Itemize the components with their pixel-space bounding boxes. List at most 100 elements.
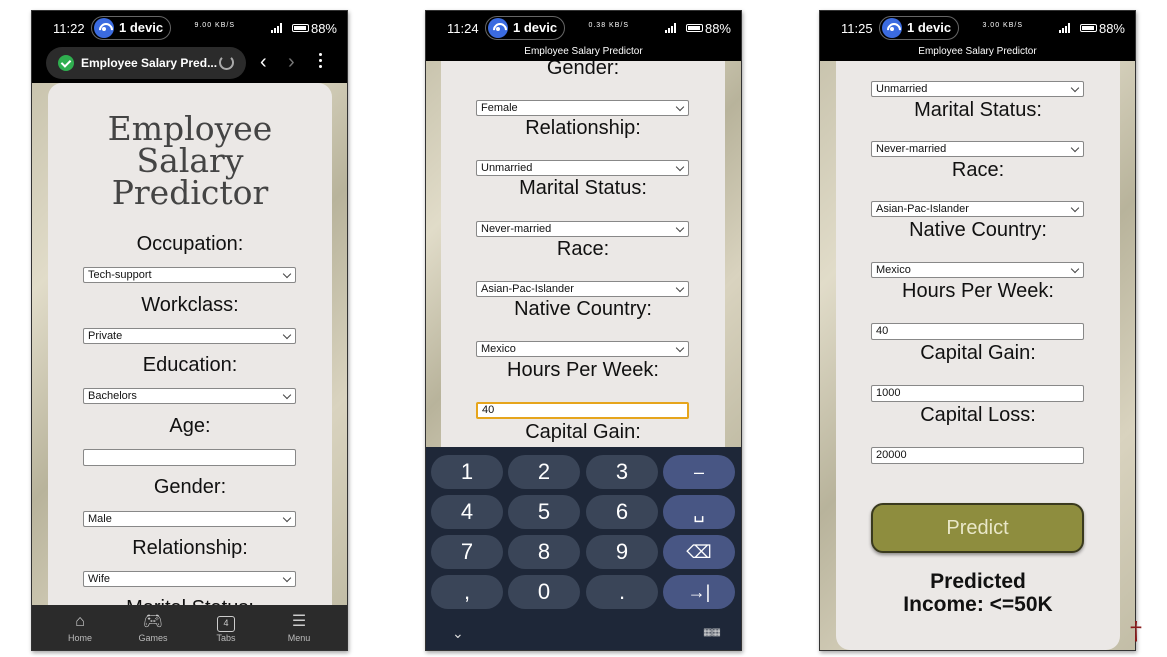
page-title-bar: Employee Salary Predictor: [820, 45, 1135, 61]
reload-icon[interactable]: [219, 55, 234, 70]
nav-games[interactable]: 🎮︎ Games: [123, 611, 183, 643]
native-country-select[interactable]: Mexico: [476, 341, 689, 357]
marital-status-select[interactable]: Never-married: [871, 141, 1084, 157]
form-card: Unmarried Marital Status: Never-married …: [836, 61, 1120, 650]
result-line-1: Predicted: [930, 570, 1026, 593]
key-comma[interactable]: ,: [431, 575, 503, 609]
page-viewport[interactable]: Gender: Female Relationship: Unmarried M…: [426, 61, 741, 447]
capital-gain-input[interactable]: 1000: [871, 385, 1084, 402]
capital-gain-label: Capital Gain:: [525, 421, 641, 443]
age-input[interactable]: [83, 449, 296, 466]
hours-per-week-label: Hours Per Week:: [507, 359, 659, 381]
education-select[interactable]: Bachelors: [83, 388, 296, 404]
key-8[interactable]: 8: [508, 535, 580, 569]
result-line-2: Income: <=50K: [903, 593, 1053, 616]
hotspot-pill[interactable]: 1 devic: [91, 16, 171, 40]
next-field-icon[interactable]: →|: [663, 575, 735, 609]
space-key-icon[interactable]: ␣: [663, 495, 735, 529]
key-7[interactable]: 7: [431, 535, 503, 569]
occupation-select[interactable]: Tech-support: [83, 267, 296, 283]
gender-label: Gender:: [153, 476, 227, 498]
key-6[interactable]: 6: [586, 495, 658, 529]
more-options-icon[interactable]: [319, 53, 323, 71]
form-card: Gender: Female Relationship: Unmarried M…: [441, 61, 725, 447]
device-count: 1 devic: [513, 20, 558, 35]
shield-check-icon: [58, 55, 74, 71]
hours-per-week-input[interactable]: 40: [871, 323, 1084, 340]
backspace-icon[interactable]: ⌫: [663, 535, 735, 569]
native-country-select[interactable]: Mexico: [871, 262, 1084, 278]
address-bar[interactable]: Employee Salary Pred...: [46, 47, 246, 79]
relationship-select[interactable]: Wife: [83, 571, 296, 587]
marital-status-select[interactable]: Never-married: [476, 221, 689, 237]
battery-percent: 88%: [310, 21, 337, 36]
key-minus[interactable]: –: [663, 455, 735, 489]
page-viewport[interactable]: Employee Salary Predictor Occupation: Te…: [32, 83, 347, 605]
key-1[interactable]: 1: [431, 455, 503, 489]
relationship-select[interactable]: Unmarried: [871, 81, 1084, 97]
key-4[interactable]: 4: [431, 495, 503, 529]
nav-menu-label: Menu: [287, 633, 311, 643]
status-bar: 11:25 1 devic 3.00 KB/S 88%: [820, 11, 1135, 45]
device-count: 1 devic: [119, 20, 164, 35]
capital-loss-input[interactable]: 20000: [871, 447, 1084, 464]
battery-icon: [686, 24, 703, 32]
hotspot-icon: [488, 18, 508, 38]
hide-keyboard-icon[interactable]: ⌄: [452, 625, 464, 642]
relationship-label: Relationship:: [132, 537, 248, 559]
status-time: 11:25: [841, 21, 873, 36]
capital-loss-label: Capital Loss:: [920, 404, 1036, 426]
education-label: Education:: [142, 354, 238, 376]
hotspot-icon: [94, 18, 114, 38]
key-5[interactable]: 5: [508, 495, 580, 529]
nav-tabs[interactable]: 4 Tabs: [196, 611, 256, 643]
battery-icon: [1080, 24, 1097, 32]
hotspot-pill[interactable]: 1 devic: [485, 16, 565, 40]
signal-icon: [271, 23, 285, 33]
hours-per-week-label: Hours Per Week:: [902, 280, 1054, 302]
race-select[interactable]: Asian-Pac-Islander: [871, 201, 1084, 217]
battery-percent: 88%: [704, 21, 731, 36]
back-icon[interactable]: ‹: [260, 52, 267, 72]
key-3[interactable]: 3: [586, 455, 658, 489]
page-title-bar: Employee Salary Predictor: [426, 45, 741, 61]
occupation-label: Occupation:: [136, 233, 244, 255]
capital-gain-label: Capital Gain:: [920, 342, 1036, 364]
workclass-select[interactable]: Private: [83, 328, 296, 344]
predict-button[interactable]: Predict: [871, 503, 1084, 553]
signal-icon: [665, 23, 679, 33]
hotspot-pill[interactable]: 1 devic: [879, 16, 959, 40]
home-icon: ⌂: [75, 613, 85, 630]
key-2[interactable]: 2: [508, 455, 580, 489]
nav-home[interactable]: ⌂ Home: [50, 611, 110, 643]
relationship-select[interactable]: Unmarried: [476, 160, 689, 176]
browser-toolbar: Employee Salary Pred... ‹ ›: [32, 45, 347, 83]
gender-label: Gender:: [546, 61, 620, 79]
key-9[interactable]: 9: [586, 535, 658, 569]
marital-status-label: Marital Status:: [519, 177, 647, 199]
phone-screen-2: 11:24 1 devic 0.38 KB/S 88% Employee Sal…: [425, 10, 742, 651]
device-count: 1 devic: [907, 20, 952, 35]
watermark-mark: †: [1130, 617, 1142, 645]
gender-select[interactable]: Male: [83, 511, 296, 527]
relationship-label: Relationship:: [525, 117, 641, 139]
key-period[interactable]: .: [586, 575, 658, 609]
status-bar: 11:22 1 devic 9.00 KB/S 88%: [32, 11, 347, 45]
gender-select[interactable]: Female: [476, 100, 689, 116]
age-label: Age:: [169, 415, 211, 437]
nav-tabs-label: Tabs: [216, 633, 236, 643]
status-bar: 11:24 1 devic 0.38 KB/S 88%: [426, 11, 741, 45]
menu-icon: ☰: [291, 613, 307, 630]
nav-menu[interactable]: ☰ Menu: [269, 611, 329, 643]
hotspot-icon: [882, 18, 902, 38]
keyboard-switch-icon[interactable]: ▦▦: [703, 627, 721, 638]
nav-games-label: Games: [138, 633, 168, 643]
workclass-label: Workclass:: [141, 294, 239, 316]
key-0[interactable]: 0: [508, 575, 580, 609]
page-viewport[interactable]: Unmarried Marital Status: Never-married …: [820, 61, 1135, 650]
network-speed: 3.00 KB/S: [982, 22, 1023, 29]
hours-per-week-input[interactable]: 40: [476, 402, 689, 419]
race-select[interactable]: Asian-Pac-Islander: [476, 281, 689, 297]
forward-icon[interactable]: ›: [288, 52, 295, 72]
phone-screen-3: 11:25 1 devic 3.00 KB/S 88% Employee Sal…: [819, 10, 1136, 651]
